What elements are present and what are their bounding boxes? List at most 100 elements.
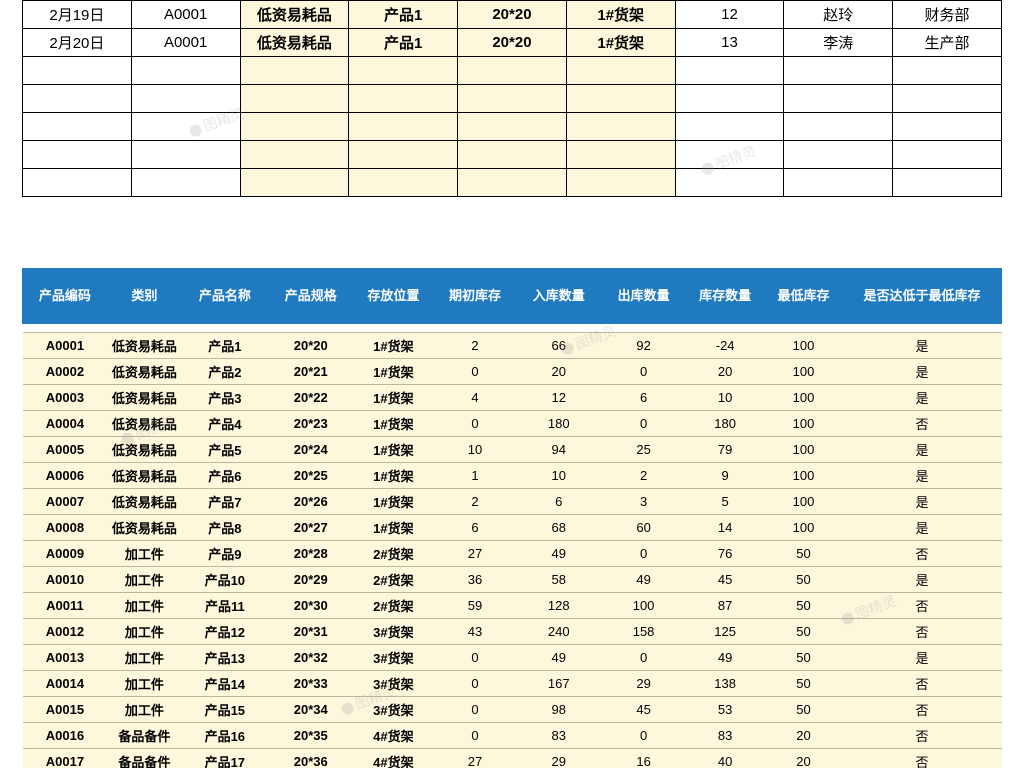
- cell-spec[interactable]: 20*33: [268, 670, 354, 697]
- cell-outbound[interactable]: 49: [601, 566, 686, 593]
- cell-min_stock[interactable]: 100: [764, 514, 843, 541]
- cell-min_stock[interactable]: 100: [764, 332, 843, 359]
- cell-min_stock[interactable]: 100: [764, 436, 843, 463]
- cell-code[interactable]: A0002: [22, 358, 108, 385]
- cell-opening[interactable]: 6: [433, 514, 517, 541]
- cell-date[interactable]: 2月20日: [22, 28, 132, 57]
- cell-quantity[interactable]: [674, 112, 785, 141]
- cell-spec[interactable]: 20*30: [268, 592, 354, 619]
- cell-code[interactable]: A0006: [22, 462, 108, 489]
- cell-category[interactable]: 加工件: [107, 618, 182, 645]
- cell-handler[interactable]: [783, 84, 894, 113]
- cell-spec[interactable]: 20*21: [268, 358, 354, 385]
- cell-inbound[interactable]: 12: [516, 384, 602, 411]
- cell-inbound[interactable]: 58: [516, 566, 602, 593]
- cell-below_min[interactable]: 是: [842, 384, 1002, 411]
- cell-quantity[interactable]: [674, 84, 785, 113]
- cell-opening[interactable]: 0: [433, 696, 517, 723]
- cell-below_min[interactable]: 否: [842, 722, 1002, 749]
- cell-below_min[interactable]: 否: [842, 540, 1002, 567]
- cell-below_min[interactable]: 是: [842, 462, 1002, 489]
- cell-name[interactable]: 产品16: [181, 722, 269, 749]
- cell-min_stock[interactable]: 100: [764, 488, 843, 515]
- cell-code[interactable]: A0013: [22, 644, 108, 671]
- cell-location[interactable]: 2#货架: [353, 592, 434, 619]
- column-header[interactable]: 期初库存: [433, 268, 517, 324]
- cell-inbound[interactable]: 128: [516, 592, 602, 619]
- cell-opening[interactable]: 36: [433, 566, 517, 593]
- column-header[interactable]: 产品编码: [22, 268, 108, 324]
- cell-spec[interactable]: 20*26: [268, 488, 354, 515]
- cell-stock[interactable]: 10: [686, 384, 765, 411]
- cell-spec[interactable]: 20*28: [268, 540, 354, 567]
- cell-outbound[interactable]: 0: [601, 540, 686, 567]
- cell-category[interactable]: 加工件: [107, 566, 182, 593]
- cell-min_stock[interactable]: 100: [764, 410, 843, 437]
- cell-product_name[interactable]: 产品1: [348, 28, 459, 57]
- cell-code[interactable]: A0015: [22, 696, 108, 723]
- cell-storage_location[interactable]: [565, 84, 676, 113]
- cell-department[interactable]: [892, 140, 1002, 169]
- cell-outbound[interactable]: 29: [601, 670, 686, 697]
- cell-location[interactable]: 3#货架: [353, 618, 434, 645]
- cell-category[interactable]: 低资易耗品: [107, 488, 182, 515]
- cell-product_name[interactable]: 产品1: [348, 0, 459, 29]
- cell-product_name[interactable]: [348, 84, 459, 113]
- cell-specification[interactable]: [457, 112, 567, 141]
- cell-code[interactable]: A0004: [22, 410, 108, 437]
- cell-opening[interactable]: 0: [433, 722, 517, 749]
- cell-date[interactable]: [22, 140, 132, 169]
- cell-name[interactable]: 产品14: [181, 670, 269, 697]
- cell-location[interactable]: 1#货架: [353, 358, 434, 385]
- cell-opening[interactable]: 27: [433, 748, 517, 768]
- cell-location[interactable]: 1#货架: [353, 384, 434, 411]
- column-header[interactable]: 类别: [106, 268, 182, 324]
- cell-name[interactable]: 产品2: [181, 358, 269, 385]
- cell-below_min[interactable]: 否: [842, 696, 1002, 723]
- cell-quantity[interactable]: [674, 56, 785, 85]
- cell-outbound[interactable]: 158: [601, 618, 686, 645]
- cell-code[interactable]: A0010: [22, 566, 108, 593]
- cell-category[interactable]: 加工件: [107, 644, 182, 671]
- cell-department[interactable]: [892, 56, 1002, 85]
- cell-inbound[interactable]: 180: [516, 410, 602, 437]
- cell-below_min[interactable]: 是: [842, 436, 1002, 463]
- cell-min_stock[interactable]: 50: [764, 670, 843, 697]
- cell-outbound[interactable]: 60: [601, 514, 686, 541]
- cell-specification[interactable]: 20*20: [457, 28, 567, 57]
- cell-code[interactable]: A0016: [22, 722, 108, 749]
- cell-category[interactable]: 低资易耗品: [107, 384, 182, 411]
- cell-spec[interactable]: 20*34: [268, 696, 354, 723]
- cell-storage_location[interactable]: 1#货架: [565, 28, 676, 57]
- cell-opening[interactable]: 4: [433, 384, 517, 411]
- cell-location[interactable]: 3#货架: [353, 696, 434, 723]
- cell-opening[interactable]: 1: [433, 462, 517, 489]
- cell-outbound[interactable]: 6: [601, 384, 686, 411]
- cell-spec[interactable]: 20*25: [268, 462, 354, 489]
- cell-category[interactable]: 低资易耗品: [239, 28, 350, 57]
- cell-below_min[interactable]: 否: [842, 748, 1002, 768]
- cell-stock[interactable]: 5: [686, 488, 765, 515]
- cell-min_stock[interactable]: 50: [764, 540, 843, 567]
- cell-product_code[interactable]: [130, 112, 241, 141]
- cell-inbound[interactable]: 66: [516, 332, 602, 359]
- cell-department[interactable]: [892, 112, 1002, 141]
- cell-category[interactable]: 加工件: [107, 670, 182, 697]
- cell-category[interactable]: [239, 56, 350, 85]
- cell-quantity[interactable]: [674, 140, 785, 169]
- cell-opening[interactable]: 59: [433, 592, 517, 619]
- cell-code[interactable]: A0011: [22, 592, 108, 619]
- cell-stock[interactable]: 53: [686, 696, 765, 723]
- cell-date[interactable]: [22, 168, 132, 197]
- cell-quantity[interactable]: 13: [674, 28, 785, 57]
- cell-spec[interactable]: 20*36: [268, 748, 354, 768]
- cell-code[interactable]: A0012: [22, 618, 108, 645]
- cell-specification[interactable]: [457, 56, 567, 85]
- cell-stock[interactable]: 76: [686, 540, 765, 567]
- cell-outbound[interactable]: 0: [601, 722, 686, 749]
- cell-category[interactable]: 加工件: [107, 540, 182, 567]
- cell-stock[interactable]: 45: [686, 566, 765, 593]
- cell-name[interactable]: 产品7: [181, 488, 269, 515]
- cell-stock[interactable]: 125: [686, 618, 765, 645]
- cell-min_stock[interactable]: 20: [764, 748, 843, 768]
